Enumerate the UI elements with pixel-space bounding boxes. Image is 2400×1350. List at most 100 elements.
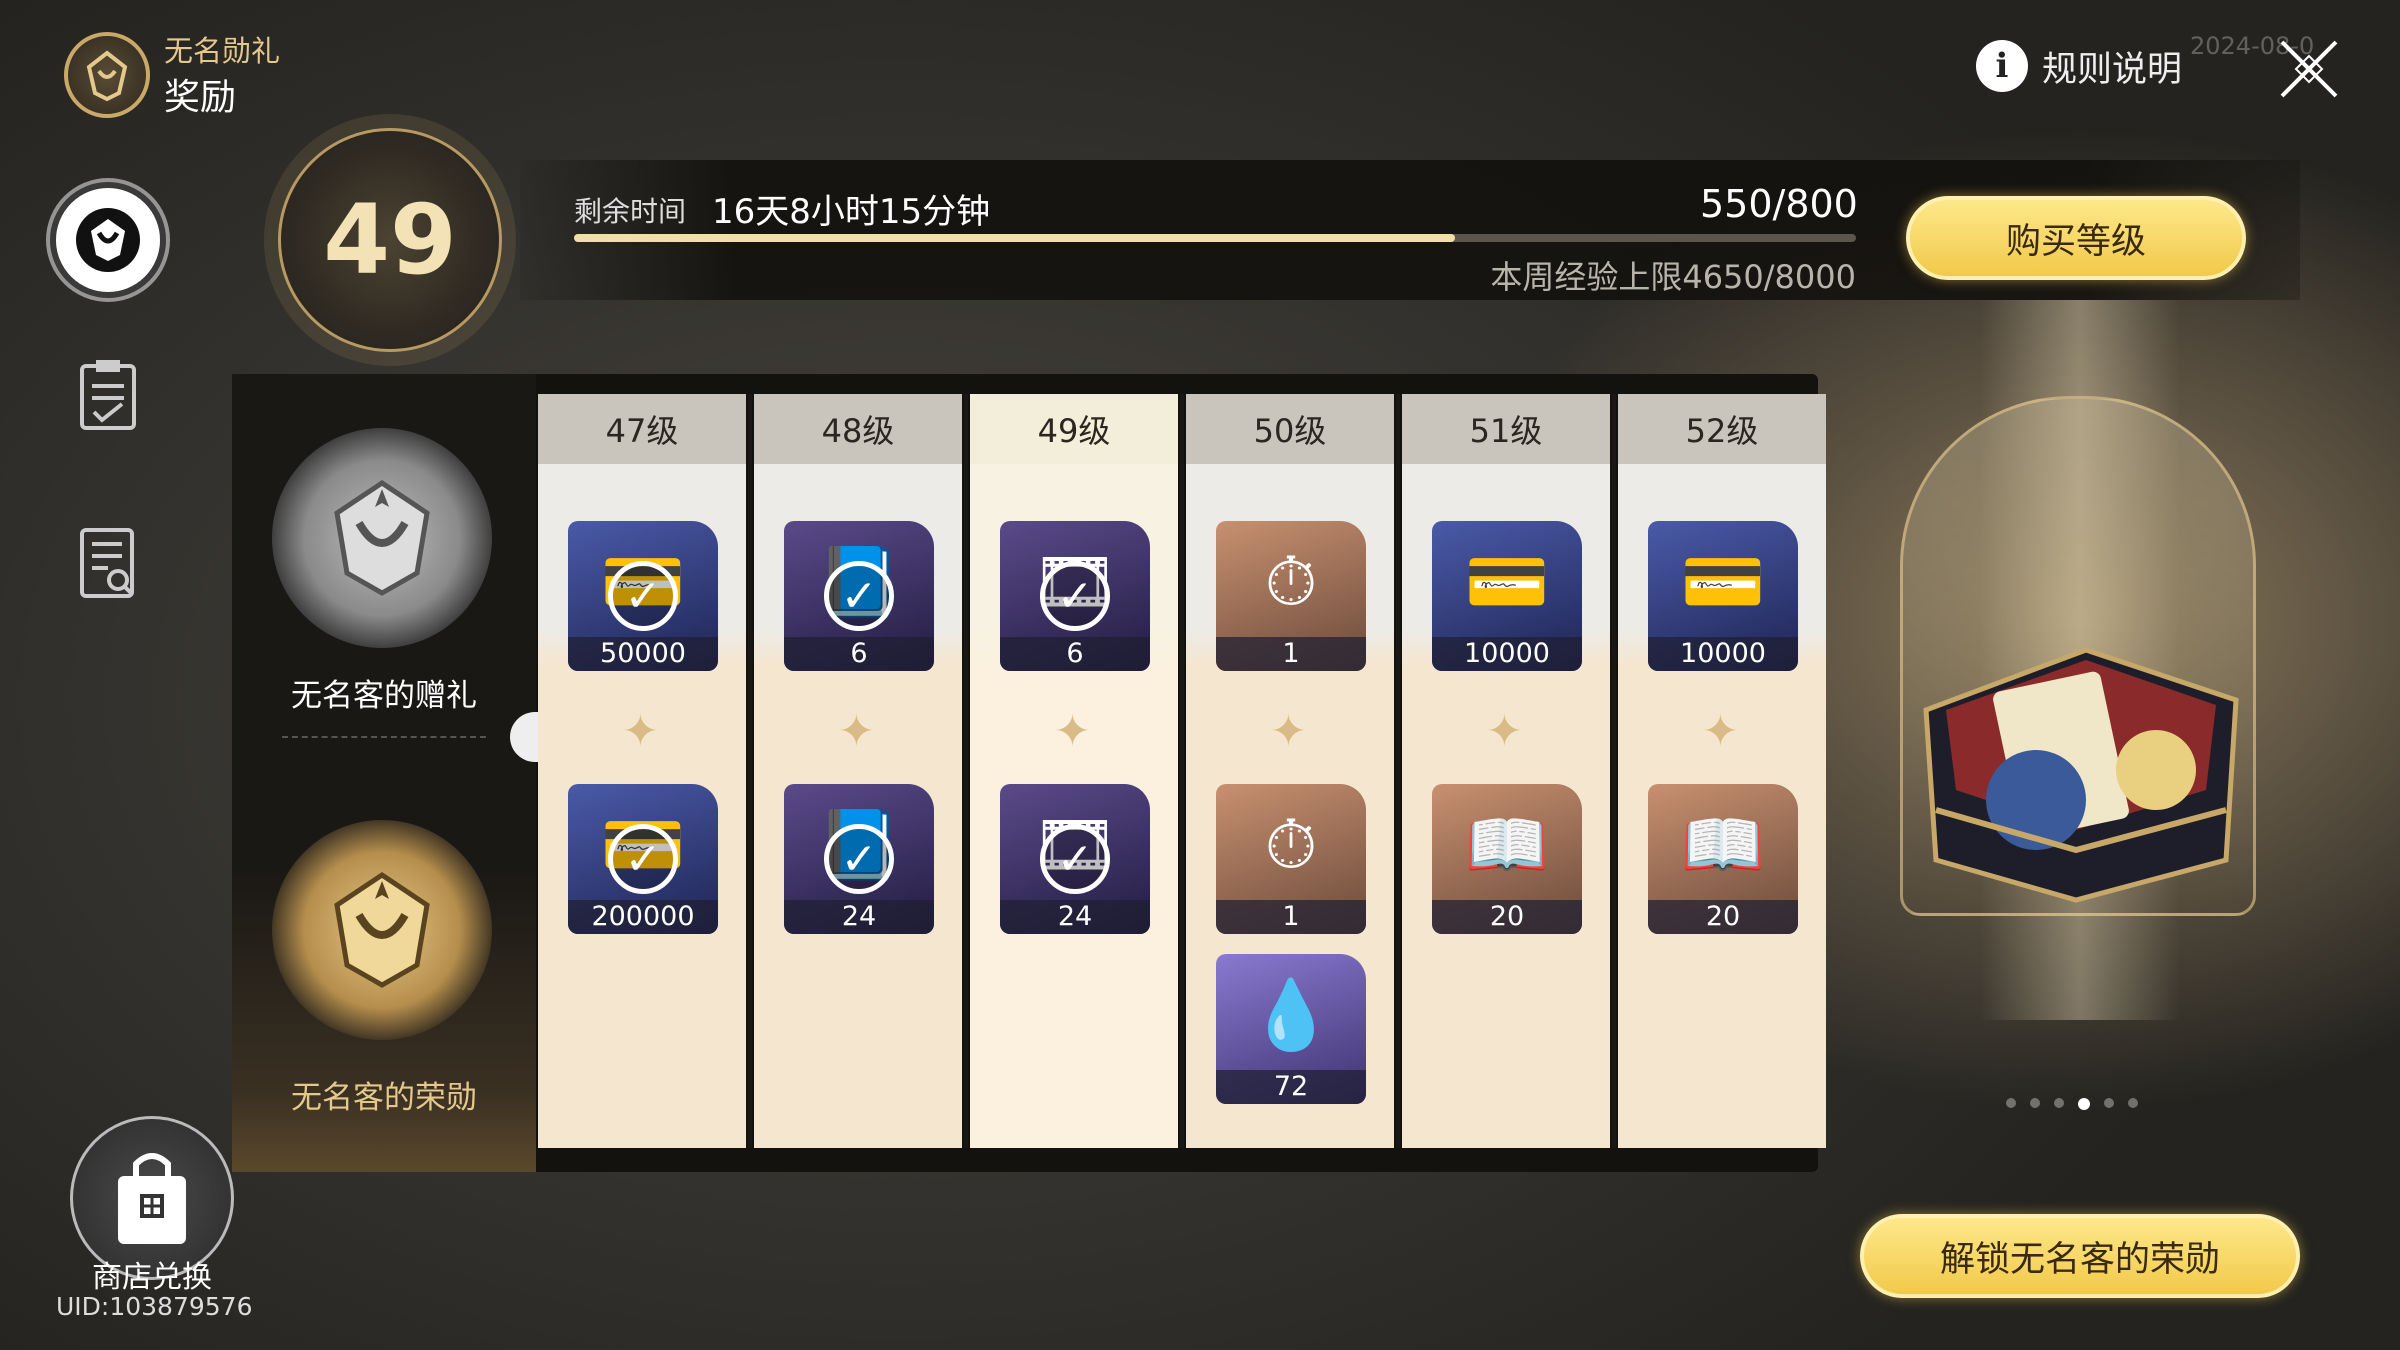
claimed-check-icon: ✓: [608, 561, 678, 631]
reward-count: 1: [1216, 900, 1366, 934]
user-uid: UID:103879576: [56, 1292, 253, 1321]
reward-tile[interactable]: 🎞 ✓ 24: [1000, 784, 1150, 934]
reward-tile[interactable]: 💳 10000: [1432, 521, 1582, 671]
credit-card-icon: 💳: [1680, 543, 1766, 622]
time-remaining-value: 16天8小时15分钟: [712, 192, 991, 232]
reward-tile[interactable]: 💳 ✓ 200000: [568, 784, 718, 934]
time-remaining-label: 剩余时间: [574, 195, 687, 228]
level-column: 48级 ✦ 📘 ✓ 6 📘 ✓ 24: [754, 394, 962, 1148]
divider-star-icon: ✦: [622, 706, 659, 757]
header-subtitle: 奖励: [164, 77, 237, 118]
reward-count: 10000: [1432, 637, 1582, 671]
reward-count: 6: [1000, 637, 1150, 671]
reward-tile[interactable]: 📖 20: [1648, 784, 1798, 934]
reward-tile[interactable]: 📖 20: [1432, 784, 1582, 934]
close-button[interactable]: [2276, 36, 2342, 102]
level-header: 48级: [754, 394, 962, 464]
carousel-dot[interactable]: [2078, 1098, 2090, 1110]
level-column: 52级 ✦ 💳 10000 📖 20: [1618, 394, 1826, 1148]
level-header: 49级: [970, 394, 1178, 464]
level-header: 50级: [1186, 394, 1394, 464]
reward-tile[interactable]: 💳 10000: [1648, 521, 1798, 671]
sidebar-tab-tasks[interactable]: [66, 352, 150, 436]
reward-tile[interactable]: ⏱ 1: [1216, 784, 1366, 934]
buy-level-button[interactable]: 购买等级: [1906, 196, 2246, 280]
reward-count: 6: [784, 637, 934, 671]
weekly-exp-cap: 本周经验上限4650/8000: [1490, 258, 1856, 296]
level-column: 47级 ✦ 💳 ✓ 50000 💳 ✓ 200000: [538, 394, 746, 1148]
level-header: 47级: [538, 394, 746, 464]
reward-tile[interactable]: 💧 72: [1216, 954, 1366, 1104]
reward-count: 200000: [568, 900, 718, 934]
free-track-badge-icon: [272, 428, 492, 648]
divider-star-icon: ✦: [1054, 706, 1091, 757]
claimed-check-icon: ✓: [824, 561, 894, 631]
reward-count: 72: [1216, 1070, 1366, 1104]
task-clipboard-icon: [80, 360, 136, 430]
rules-label: 规则说明: [2042, 49, 2183, 90]
shopping-bag-icon: [118, 1153, 186, 1244]
reward-tile[interactable]: 🎞 ✓ 6: [1000, 521, 1150, 671]
exp-value: 550/800: [1700, 182, 1858, 226]
carousel-dot[interactable]: [2128, 1098, 2138, 1108]
book-icon: 📖: [1464, 806, 1550, 885]
reward-count: 10000: [1648, 637, 1798, 671]
reward-tile[interactable]: ⏱ 1: [1216, 521, 1366, 671]
current-level: 49: [323, 184, 457, 296]
treasure-chest-icon: [1906, 580, 2256, 910]
carousel-dot[interactable]: [2104, 1098, 2114, 1108]
reward-count: 20: [1432, 900, 1582, 934]
free-track-label: 无名客的赠礼: [291, 678, 477, 714]
unlock-premium-button[interactable]: 解锁无名客的荣勋: [1860, 1214, 2300, 1298]
carousel-dots[interactable]: [2006, 1098, 2138, 1110]
carousel-dot[interactable]: [2054, 1098, 2064, 1108]
reward-tile[interactable]: 📘 ✓ 6: [784, 521, 934, 671]
level-column: 49级 ✦ 🎞 ✓ 6 🎞 ✓ 24: [970, 394, 1178, 1148]
book-icon: 📖: [1680, 806, 1766, 885]
exp-progress-bar: [574, 234, 1856, 242]
column-separator: [1180, 394, 1184, 1148]
reward-count: 1: [1216, 637, 1366, 671]
reward-count: 50000: [568, 637, 718, 671]
carousel-dot[interactable]: [2006, 1098, 2016, 1108]
reward-emblem-icon: [76, 208, 140, 272]
level-badge: 49: [278, 128, 502, 352]
column-separator: [748, 394, 752, 1148]
pass-emblem-icon: [64, 32, 150, 118]
level-column: 50级 ✦ ⏱ 1 ⏱ 1 💧 72: [1186, 394, 1394, 1148]
reward-count: 24: [1000, 900, 1150, 934]
paid-track-badge-icon: [272, 820, 492, 1040]
claimed-check-icon: ✓: [824, 824, 894, 894]
gold-pocket-watch-icon: ⏱: [1264, 806, 1318, 885]
column-separator: [1396, 394, 1400, 1148]
rules-button[interactable]: i 规则说明: [1976, 40, 2182, 92]
shop-label: 商店兑换: [92, 1260, 212, 1295]
header-title: 无名勋礼: [164, 34, 281, 68]
search-document-icon: [80, 528, 134, 598]
divider-star-icon: ✦: [838, 706, 875, 757]
credit-card-icon: 💳: [1464, 543, 1550, 622]
claimed-check-icon: ✓: [1040, 824, 1110, 894]
reward-count: 20: [1648, 900, 1798, 934]
gold-pocket-watch-icon: ⏱: [1264, 543, 1318, 622]
claimed-check-icon: ✓: [1040, 561, 1110, 631]
crystal-flask-icon: 💧: [1248, 976, 1334, 1055]
level-header: 51级: [1402, 394, 1610, 464]
divider-star-icon: ✦: [1270, 706, 1307, 757]
paid-track-label: 无名客的荣勋: [291, 1080, 477, 1116]
carousel-dot[interactable]: [2030, 1098, 2040, 1108]
sidebar-tab-log[interactable]: [66, 522, 150, 606]
column-separator: [964, 394, 968, 1148]
level-header: 52级: [1618, 394, 1826, 464]
level-column: 51级 ✦ 💳 10000 📖 20: [1402, 394, 1610, 1148]
close-icon: [2280, 40, 2338, 98]
reward-tile[interactable]: 📘 ✓ 24: [784, 784, 934, 934]
info-icon: i: [1976, 40, 2028, 92]
column-separator: [1612, 394, 1616, 1148]
reward-count: 24: [784, 900, 934, 934]
track-divider: [282, 736, 486, 738]
divider-star-icon: ✦: [1702, 706, 1739, 757]
sidebar-tab-rewards[interactable]: [50, 182, 166, 298]
exp-progress-fill: [574, 234, 1456, 242]
reward-tile[interactable]: 💳 ✓ 50000: [568, 521, 718, 671]
